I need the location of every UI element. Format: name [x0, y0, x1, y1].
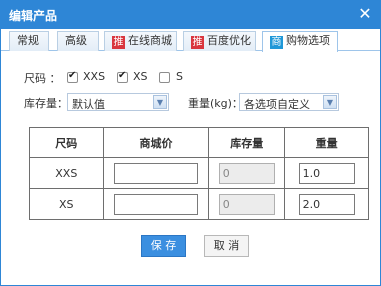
- close-icon[interactable]: ✕: [356, 4, 374, 24]
- column-header-size: 尺码: [29, 127, 104, 158]
- stock-label: 库存量：: [24, 97, 68, 110]
- dialog-titlebar: 编辑产品 ✕: [1, 1, 380, 29]
- checkbox-xxs-label: XXS: [83, 70, 106, 83]
- weight-cell: 2.0: [284, 188, 369, 220]
- chevron-down-icon: ▼: [153, 95, 167, 109]
- price-cell: [102, 157, 210, 189]
- checkbox-xs-label: XS: [133, 70, 148, 83]
- column-header-stock: 库存量: [208, 127, 286, 158]
- tab-label: 高级: [65, 34, 87, 47]
- save-button[interactable]: 保 存: [141, 235, 186, 257]
- chevron-down-icon: ▼: [323, 95, 337, 109]
- weight-input[interactable]: 1.0: [298, 162, 355, 184]
- size-cell: XS: [29, 188, 104, 220]
- column-header-weight: 重量: [284, 127, 369, 158]
- table-row: XS 0 2.0: [29, 188, 369, 220]
- tab-general[interactable]: 常规: [9, 31, 49, 51]
- tab-bar: 常规 高级 推在线商城 推百度优化 商购物选项: [1, 29, 380, 52]
- promo-badge-icon: 推: [112, 36, 125, 49]
- stock-input: 0: [218, 193, 275, 215]
- promo-badge-icon: 推: [191, 36, 204, 49]
- tab-advanced[interactable]: 高级: [57, 31, 99, 51]
- price-cell: [102, 188, 210, 220]
- dialog-title: 编辑产品: [9, 9, 58, 23]
- column-header-price: 商城价: [102, 127, 210, 158]
- price-input[interactable]: [113, 162, 198, 184]
- stock-select-value: 默认值: [72, 98, 105, 111]
- tab-label: 常规: [17, 34, 39, 47]
- weight-label: 重量(kg)：: [188, 97, 243, 110]
- table-header-row: 尺码 商城价 库存量 重量: [29, 127, 369, 158]
- stock-select[interactable]: 默认值 ▼: [67, 93, 169, 111]
- weight-input[interactable]: 2.0: [298, 193, 355, 215]
- tab-online-mall[interactable]: 推在线商城: [104, 31, 177, 51]
- weight-cell: 1.0: [284, 157, 369, 189]
- shopping-options-table: 尺码 商城价 库存量 重量 XXS 0 1.0 XS 0 2.0: [29, 127, 369, 220]
- weight-select-value: 各选项自定义: [244, 98, 310, 111]
- checkbox-s[interactable]: [159, 72, 170, 83]
- checkbox-xxs[interactable]: [67, 70, 78, 83]
- stock-input: 0: [218, 162, 275, 184]
- checkbox-xs[interactable]: [117, 70, 128, 83]
- tab-label: 在线商城: [128, 34, 172, 47]
- tab-label: 购物选项: [286, 34, 330, 47]
- stock-cell: 0: [208, 157, 286, 189]
- checkbox-s-label: S: [176, 70, 183, 83]
- table-row: XXS 0 1.0: [29, 157, 369, 189]
- tab-shopping-options[interactable]: 商购物选项: [262, 31, 338, 52]
- edit-product-dialog: 编辑产品 ✕ 常规 高级 推在线商城 推百度优化 商购物选项 尺码 ： XXS …: [0, 0, 381, 286]
- price-input[interactable]: [113, 193, 198, 215]
- weight-select[interactable]: 各选项自定义 ▼: [239, 93, 339, 111]
- cancel-button[interactable]: 取 消: [204, 235, 249, 257]
- tab-baidu-seo[interactable]: 推百度优化: [183, 31, 256, 51]
- tab-label: 百度优化: [207, 34, 251, 47]
- size-label: 尺码 ：: [24, 72, 61, 85]
- size-cell: XXS: [29, 157, 104, 189]
- stock-cell: 0: [208, 188, 286, 220]
- shop-badge-icon: 商: [270, 36, 283, 49]
